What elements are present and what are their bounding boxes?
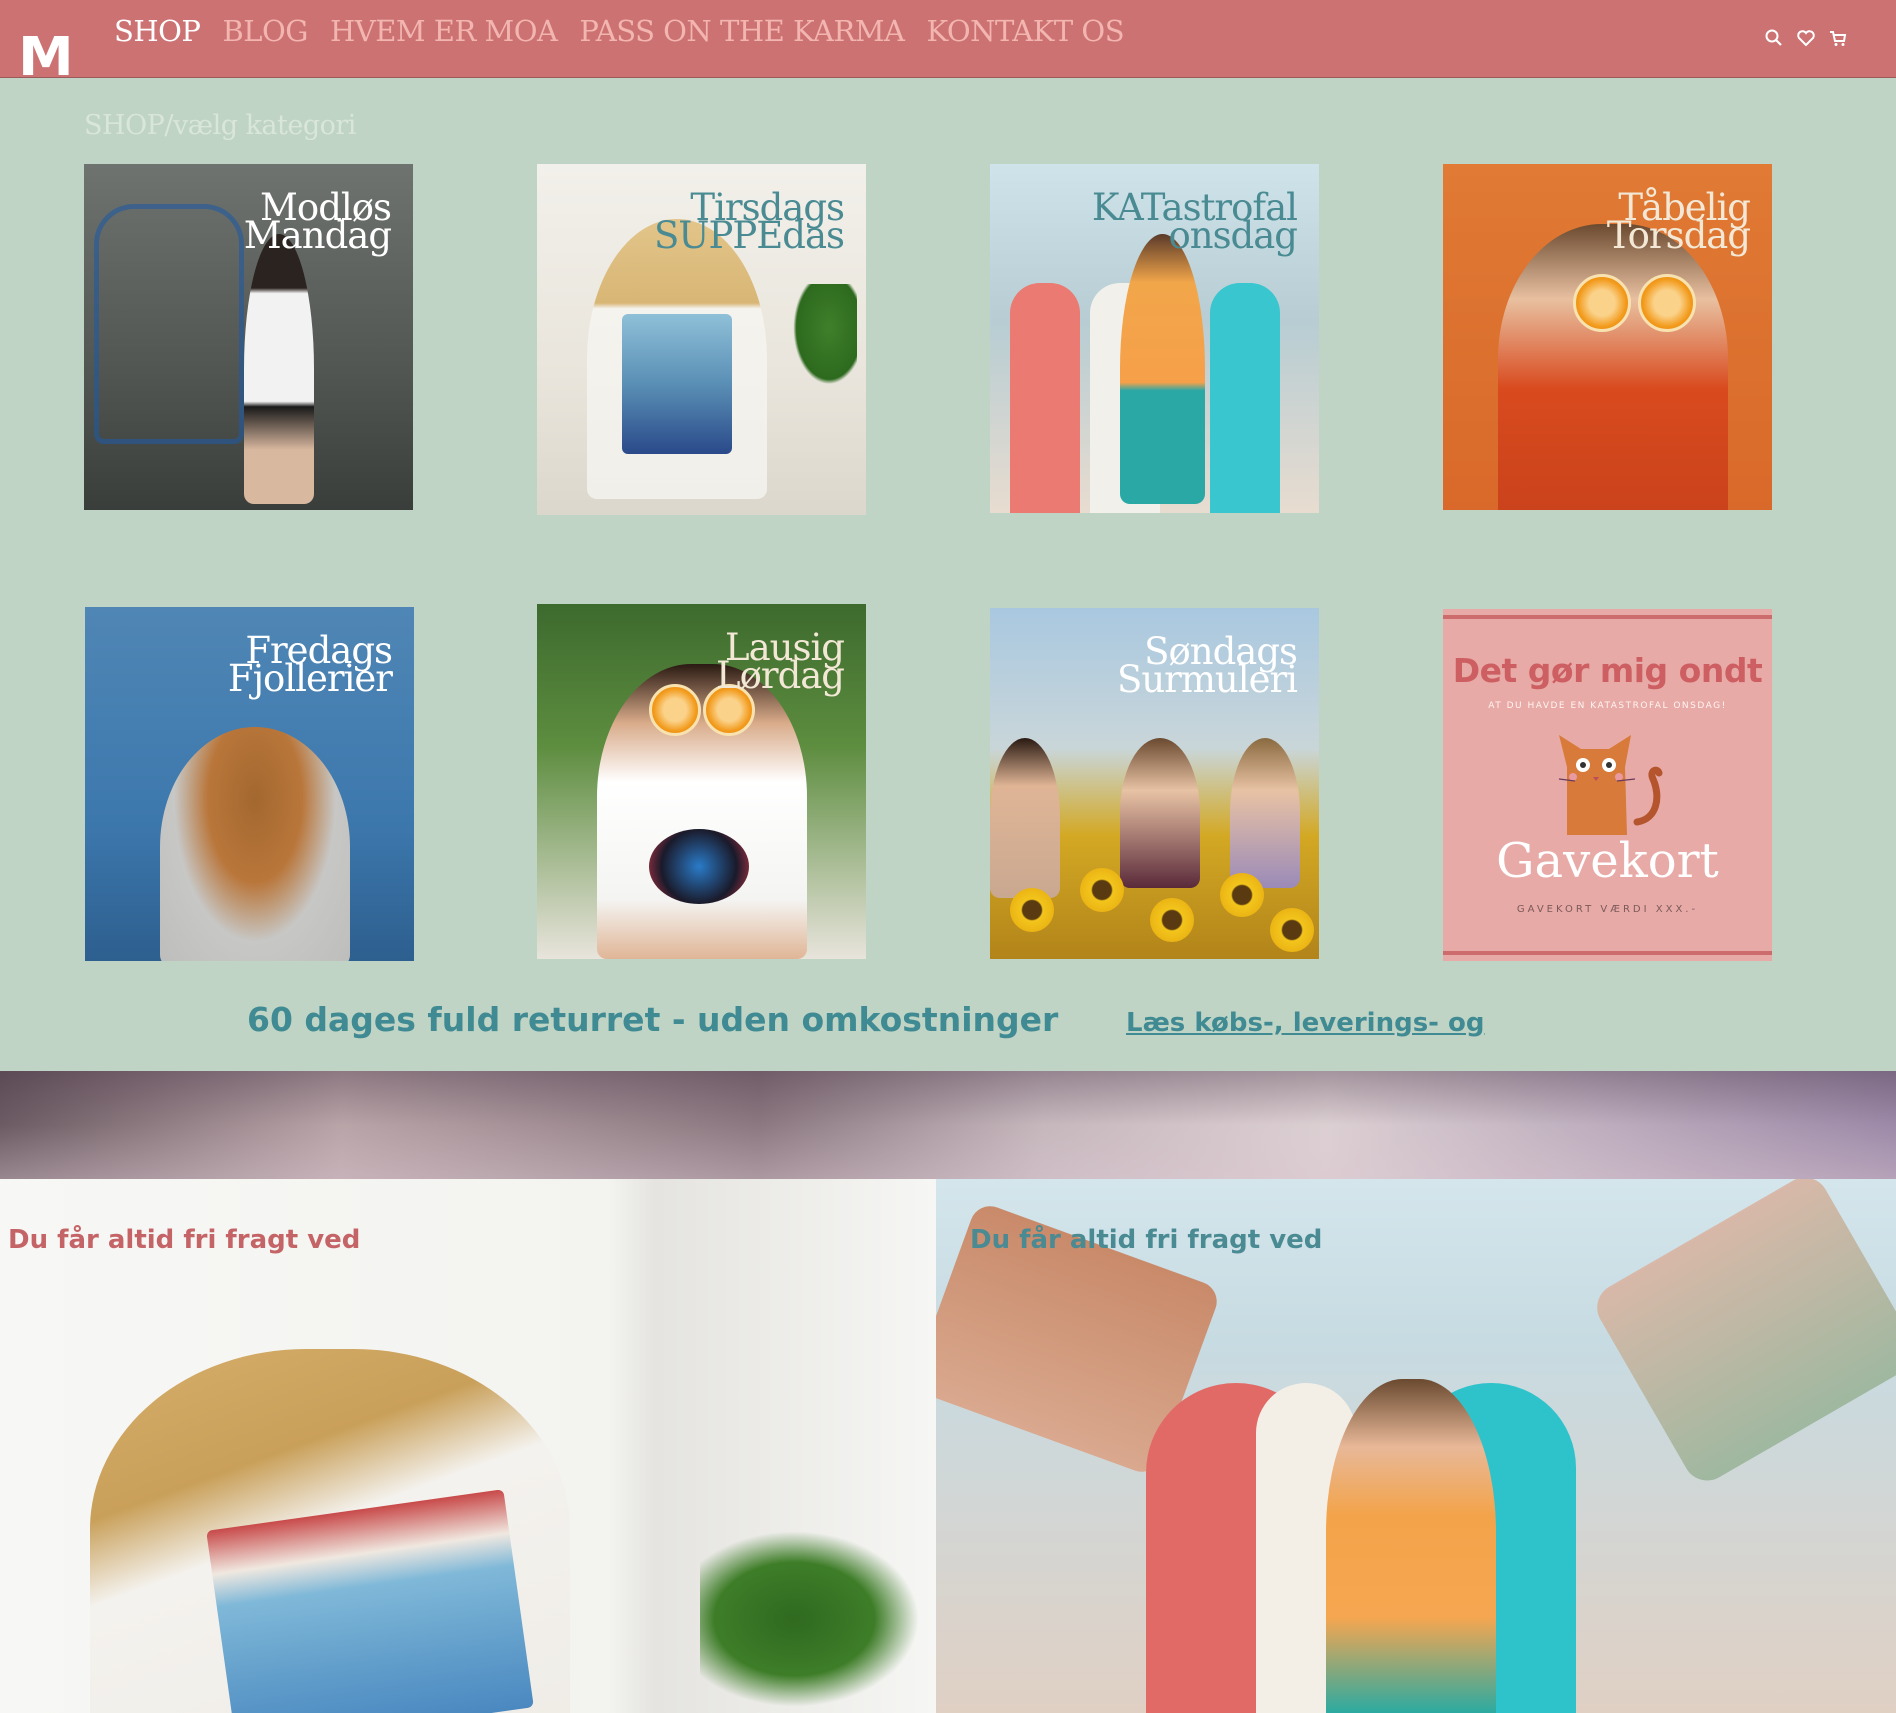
category-title: Søndags Surmuleri	[1116, 630, 1298, 701]
category-title: Tirsdags SUPPEdas	[653, 186, 845, 257]
category-title: KATastrofal onsdag	[1091, 186, 1298, 257]
tshirt-print-image	[649, 829, 749, 904]
graffiti-image	[94, 204, 244, 444]
model-image	[1498, 224, 1728, 510]
gift-top-band	[1443, 615, 1772, 619]
gift-bottom-band	[1443, 951, 1772, 955]
model-image	[597, 664, 807, 959]
sunflower-image	[1080, 868, 1124, 912]
category-tile-lausig-lordag[interactable]: Lausig Lørdag	[537, 604, 866, 959]
sunflower-image	[1150, 898, 1194, 942]
orange-image	[1638, 274, 1696, 332]
menu-item-kontakt-os[interactable]: KONTAKT OS	[926, 14, 1124, 48]
heart-icon[interactable]	[1796, 28, 1816, 48]
sunflower-image	[1270, 908, 1314, 952]
hero-banner-image	[0, 1071, 1896, 1179]
breadcrumb: SHOP/vælg kategori	[84, 110, 356, 141]
giftcard-value: GAVEKORT VÆRDI XXX.-	[1516, 904, 1699, 915]
category-tile-tabelig-torsdag[interactable]: Tåbelig Torsdag	[1443, 164, 1772, 510]
category-tile-fredags-fjollerier[interactable]: Fredags Fjollerier	[85, 607, 414, 961]
logo[interactable]: M	[18, 36, 80, 78]
cart-icon[interactable]	[1828, 28, 1848, 48]
slide-image	[1588, 1179, 1896, 1490]
menu-item-shop[interactable]: SHOP	[114, 14, 201, 48]
cat-icon	[1549, 727, 1665, 837]
search-icon[interactable]	[1764, 28, 1784, 48]
nav-icon-group	[1764, 28, 1848, 48]
slide-image	[1010, 283, 1080, 513]
slide-image	[1210, 283, 1280, 513]
promo-left[interactable]: Du får altid fri fragt ved	[0, 1179, 936, 1713]
giftcard-tile[interactable]: Det gør mig ondt AT DU HAVDE EN KATASTRO…	[1443, 609, 1772, 961]
top-navigation: M SHOP BLOG HVEM ER MOA PASS ON THE KARM…	[0, 0, 1896, 78]
returns-policy-text: 60 dages fuld returret - uden omkostning…	[247, 1000, 1059, 1039]
giftcard-title: Gavekort	[1496, 833, 1719, 889]
menu-item-pass-on-the-karma[interactable]: PASS ON THE KARMA	[579, 14, 905, 48]
category-title: Tåbelig Torsdag	[1606, 186, 1751, 257]
giftcard-subline: AT DU HAVDE EN KATASTROFAL ONSDAG!	[1488, 701, 1727, 711]
model-image	[244, 234, 314, 504]
main-menu: SHOP BLOG HVEM ER MOA PASS ON THE KARMA …	[114, 14, 1125, 48]
category-tile-tirsdags-suppedas[interactable]: Tirsdags SUPPEdas	[537, 164, 866, 515]
terms-link[interactable]: Læs købs-, leverings- og	[1126, 1008, 1485, 1038]
model-image	[160, 727, 350, 961]
sunflower-image	[1220, 873, 1264, 917]
category-tile-sondags-surmuleri[interactable]: Søndags Surmuleri	[990, 608, 1319, 959]
orange-image	[649, 684, 701, 736]
plant-image	[700, 1519, 936, 1713]
tshirt-print-image	[622, 314, 732, 454]
category-title: Fredags Fjollerier	[227, 629, 393, 700]
promo-right[interactable]: Du får altid fri fragt ved	[936, 1179, 1896, 1713]
category-title: Modløs Mandag	[243, 186, 392, 257]
giftcard-headline: Det gør mig ondt	[1452, 651, 1763, 690]
category-title: Lausig Lørdag	[716, 626, 845, 697]
promo-text: Du får altid fri fragt ved	[8, 1225, 361, 1255]
sunflower-image	[1010, 888, 1054, 932]
model-image	[1120, 234, 1205, 504]
plant-image	[787, 284, 857, 394]
menu-item-blog[interactable]: BLOG	[222, 14, 308, 48]
model-image	[990, 738, 1060, 898]
category-tile-modlos-mandag[interactable]: Modløs Mandag	[84, 164, 413, 510]
model-image	[1326, 1379, 1496, 1713]
model-image	[1120, 738, 1200, 888]
category-tile-katastrofal-onsdag[interactable]: KATastrofal onsdag	[990, 164, 1319, 513]
orange-image	[1573, 274, 1631, 332]
promo-text: Du får altid fri fragt ved	[970, 1225, 1323, 1255]
menu-item-hvem-er-moa[interactable]: HVEM ER MOA	[330, 14, 558, 48]
model-image	[1230, 738, 1300, 888]
